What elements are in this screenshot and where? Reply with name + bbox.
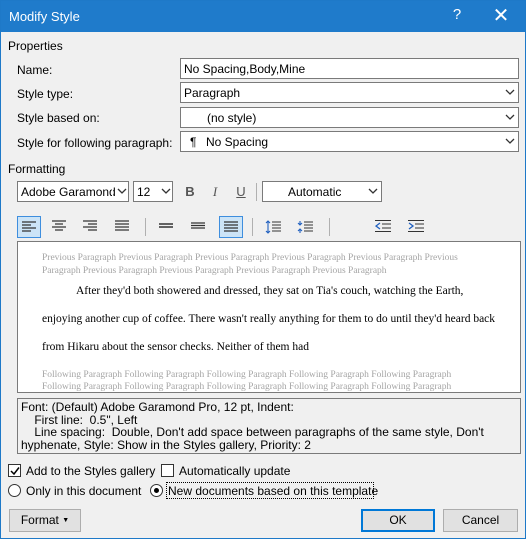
sample-text-line: After they'd both showered and dressed, … bbox=[76, 285, 464, 297]
pilcrow-icon: ¶ bbox=[190, 135, 197, 149]
previous-paragraph-text: Paragraph Previous Paragraph Previous Pa… bbox=[42, 266, 387, 276]
one-and-half-spacing-button[interactable] bbox=[187, 216, 211, 238]
style-preview-pane: Previous Paragraph Previous Paragraph Pr… bbox=[17, 241, 521, 393]
title-bar: Modify Style ? ✕ bbox=[1, 1, 525, 32]
toolbar-divider bbox=[145, 218, 146, 236]
based-on-label: Style based on: bbox=[17, 111, 100, 125]
format-menu-button[interactable]: Format ▼ bbox=[9, 509, 81, 532]
following-style-value: No Spacing bbox=[206, 135, 269, 149]
properties-section-label: Properties bbox=[8, 39, 63, 53]
following-style-label: Style for following paragraph: bbox=[17, 136, 173, 150]
auto-update-checkbox[interactable] bbox=[161, 464, 174, 477]
chevron-down-icon bbox=[500, 132, 518, 151]
checkmark-icon bbox=[10, 467, 20, 476]
new-documents-template-radio[interactable] bbox=[150, 484, 163, 497]
chevron-down-icon bbox=[500, 108, 518, 127]
chevron-down-icon bbox=[112, 182, 128, 201]
toolbar-divider bbox=[252, 218, 253, 236]
style-type-value: Paragraph bbox=[184, 86, 241, 100]
close-button[interactable]: ✕ bbox=[489, 3, 513, 28]
following-paragraph-text: Following Paragraph Following Paragraph … bbox=[42, 382, 452, 392]
align-center-button[interactable] bbox=[48, 216, 72, 238]
font-color-value: Automatic bbox=[288, 185, 342, 199]
description-line: Font: (Default) Adobe Garamond Pro, 12 p… bbox=[21, 400, 294, 414]
decrease-indent-button[interactable] bbox=[371, 216, 395, 238]
italic-button[interactable]: I bbox=[204, 181, 226, 203]
ok-button[interactable]: OK bbox=[361, 509, 435, 532]
font-color-dropdown[interactable]: Automatic bbox=[262, 181, 382, 202]
name-label: Name: bbox=[17, 63, 53, 77]
increase-indent-button[interactable] bbox=[404, 216, 428, 238]
chevron-down-icon bbox=[156, 182, 172, 201]
font-value: Adobe Garamond bbox=[21, 185, 116, 199]
style-description: Font: (Default) Adobe Garamond Pro, 12 p… bbox=[17, 398, 521, 454]
only-this-document-radio[interactable] bbox=[8, 484, 21, 497]
style-type-dropdown[interactable]: Paragraph bbox=[180, 82, 519, 103]
caret-down-icon: ▼ bbox=[62, 517, 70, 524]
style-type-label: Style type: bbox=[17, 87, 74, 101]
add-to-gallery-checkbox[interactable] bbox=[8, 464, 21, 477]
single-spacing-button[interactable] bbox=[155, 216, 179, 238]
cancel-button[interactable]: Cancel bbox=[443, 509, 518, 532]
font-size-dropdown[interactable]: 12 bbox=[133, 181, 173, 202]
sample-text-line: from Hikaru about the sensor checks. Nei… bbox=[42, 341, 309, 353]
align-left-button[interactable] bbox=[17, 216, 41, 238]
previous-paragraph-text: Previous Paragraph Previous Paragraph Pr… bbox=[42, 253, 458, 263]
bold-button[interactable]: B bbox=[179, 181, 201, 203]
toolbar-divider bbox=[329, 218, 330, 236]
double-spacing-button[interactable] bbox=[219, 216, 243, 238]
modify-style-dialog: Modify Style ? ✕ Properties Name: No Spa… bbox=[0, 0, 526, 539]
add-to-gallery-label[interactable]: Add to the Styles gallery bbox=[26, 464, 155, 478]
decrease-spacing-button[interactable] bbox=[293, 216, 317, 238]
auto-update-label[interactable]: Automatically update bbox=[179, 464, 290, 478]
name-field[interactable]: No Spacing,Body,Mine bbox=[180, 58, 519, 79]
based-on-value: (no style) bbox=[207, 111, 257, 125]
help-button[interactable]: ? bbox=[447, 6, 467, 23]
following-paragraph-text: Following Paragraph Following Paragraph … bbox=[42, 370, 452, 380]
formatting-section-label: Formatting bbox=[8, 162, 66, 176]
align-right-button[interactable] bbox=[79, 216, 103, 238]
following-style-dropdown[interactable]: ¶ No Spacing bbox=[180, 131, 519, 152]
chevron-down-icon bbox=[500, 83, 518, 102]
new-documents-template-label[interactable]: New documents based on this template bbox=[168, 484, 378, 498]
font-size-value: 12 bbox=[137, 185, 151, 199]
description-line: Line spacing: Double, Don't add space be… bbox=[21, 425, 484, 439]
font-dropdown[interactable]: Adobe Garamond bbox=[17, 181, 129, 202]
format-button-label: Format bbox=[20, 513, 59, 527]
underline-button[interactable]: U bbox=[230, 181, 252, 203]
description-line: hyphenate, Style: Show in the Styles gal… bbox=[21, 437, 311, 452]
chevron-down-icon bbox=[363, 182, 381, 201]
based-on-dropdown[interactable]: (no style) bbox=[180, 107, 519, 128]
dialog-title: Modify Style bbox=[9, 9, 80, 24]
toolbar-divider bbox=[256, 183, 257, 201]
only-this-document-label[interactable]: Only in this document bbox=[26, 484, 141, 498]
sample-text-line: enjoying another cup of coffee. There wa… bbox=[42, 313, 496, 325]
justify-button[interactable] bbox=[111, 216, 135, 238]
increase-spacing-button[interactable] bbox=[261, 216, 285, 238]
name-value: No Spacing,Body,Mine bbox=[184, 62, 306, 76]
